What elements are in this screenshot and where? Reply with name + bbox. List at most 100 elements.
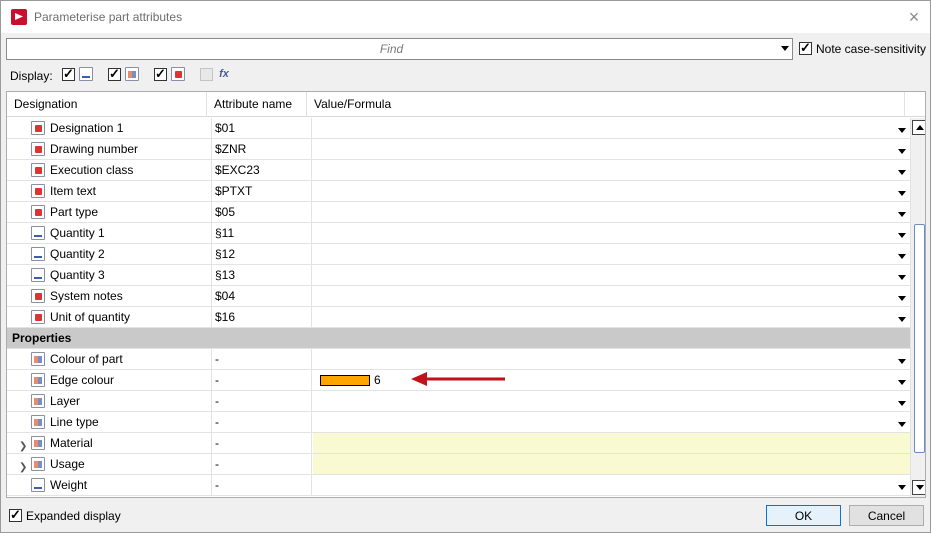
- chevron-down-icon[interactable]: [898, 380, 906, 385]
- table-row[interactable]: Weight -: [7, 475, 910, 496]
- chevron-down-icon[interactable]: [898, 170, 906, 175]
- vertical-scrollbar[interactable]: [910, 118, 925, 497]
- row-designation: Colour of part: [50, 352, 123, 366]
- chevron-down-icon[interactable]: [898, 128, 906, 133]
- row-value-cell[interactable]: [312, 349, 910, 369]
- row-value-cell[interactable]: [312, 412, 910, 432]
- row-value-cell[interactable]: [312, 475, 910, 495]
- title-bar: Parameterise part attributes ×: [1, 1, 930, 33]
- table-row[interactable]: Designation 1 $01: [7, 118, 910, 139]
- search-input[interactable]: [9, 40, 774, 58]
- text-attribute-icon: [31, 163, 45, 177]
- expanded-display-checkbox[interactable]: [9, 507, 22, 523]
- row-value-cell[interactable]: 6: [312, 370, 910, 390]
- chevron-down-icon[interactable]: [898, 485, 906, 490]
- row-attribute: §12: [212, 244, 312, 264]
- row-value-cell[interactable]: [312, 307, 910, 327]
- mixed-attribute-icon: [31, 415, 45, 429]
- table-row[interactable]: Quantity 3 §13: [7, 265, 910, 286]
- table-row[interactable]: Layer -: [7, 391, 910, 412]
- scroll-thumb[interactable]: [914, 224, 925, 453]
- filter-text-checkbox[interactable]: [154, 66, 167, 82]
- row-attribute: $01: [212, 118, 312, 138]
- row-designation: Weight: [50, 478, 88, 492]
- display-label: Display:: [10, 69, 53, 83]
- chevron-down-icon[interactable]: [898, 401, 906, 406]
- table-row[interactable]: Execution class $EXC23: [7, 160, 910, 181]
- row-attribute: $PTXT: [212, 181, 312, 201]
- scroll-down-button[interactable]: [912, 480, 925, 495]
- mixed-attribute-icon: [31, 457, 45, 471]
- cancel-button[interactable]: Cancel: [849, 505, 924, 526]
- chevron-down-icon[interactable]: [898, 275, 906, 280]
- table-row[interactable]: System notes $04: [7, 286, 910, 307]
- mixed-attribute-icon: [31, 373, 45, 387]
- row-designation: Part type: [50, 205, 99, 219]
- row-value-cell[interactable]: [312, 244, 910, 264]
- table-row[interactable]: Colour of part -: [7, 349, 910, 370]
- row-designation: Designation 1: [50, 121, 124, 135]
- row-designation: Edge colour: [50, 373, 115, 387]
- mixed-attribute-icon: [31, 352, 45, 366]
- close-icon[interactable]: ×: [904, 7, 924, 27]
- chevron-down-icon[interactable]: [781, 46, 789, 51]
- row-designation: Layer: [50, 394, 81, 408]
- table-row[interactable]: Line type -: [7, 412, 910, 433]
- row-designation: Quantity 1: [50, 226, 105, 240]
- chevron-down-icon[interactable]: [898, 359, 906, 364]
- row-value-cell[interactable]: [312, 286, 910, 306]
- row-attribute: $05: [212, 202, 312, 222]
- row-attribute: $EXC23: [212, 160, 312, 180]
- text-attribute-icon: [171, 67, 185, 81]
- chevron-down-icon[interactable]: [898, 149, 906, 154]
- group-header-properties[interactable]: Properties: [7, 328, 910, 349]
- row-value-cell[interactable]: [312, 223, 910, 243]
- row-attribute: -: [212, 412, 312, 432]
- row-attribute: -: [212, 475, 312, 495]
- filter-formula: [200, 67, 231, 81]
- chevron-down-icon[interactable]: [898, 317, 906, 322]
- column-header-designation[interactable]: Designation: [7, 92, 207, 117]
- table-row[interactable]: Quantity 1 §11: [7, 223, 910, 244]
- find-combobox[interactable]: [6, 38, 793, 60]
- table-row[interactable]: Unit of quantity $16: [7, 307, 910, 328]
- case-sensitivity-checkbox[interactable]: [799, 40, 812, 56]
- chevron-down-icon[interactable]: [898, 233, 906, 238]
- table-row[interactable]: ❯ Material -: [7, 433, 910, 454]
- row-designation: Material: [50, 436, 93, 450]
- chevron-down-icon[interactable]: [898, 254, 906, 259]
- row-value-cell[interactable]: [312, 181, 910, 201]
- row-attribute: §13: [212, 265, 312, 285]
- grid-header: Designation Attribute name Value/Formula: [7, 92, 925, 117]
- row-value-cell: [313, 454, 910, 474]
- table-row[interactable]: Drawing number $ZNR: [7, 139, 910, 160]
- formula-fx-icon: [217, 67, 231, 81]
- row-attribute: -: [212, 391, 312, 411]
- row-value-cell[interactable]: [312, 139, 910, 159]
- filter-formula-checkbox: [200, 67, 213, 81]
- table-row[interactable]: Item text $PTXT: [7, 181, 910, 202]
- row-value-cell[interactable]: [312, 118, 910, 138]
- row-value-cell[interactable]: [312, 265, 910, 285]
- annotation-arrow-icon: [411, 372, 505, 386]
- row-value-cell[interactable]: [312, 391, 910, 411]
- mixed-attribute-icon: [31, 394, 45, 408]
- filter-mixed-checkbox[interactable]: [108, 66, 121, 82]
- ok-button[interactable]: OK: [766, 505, 841, 526]
- table-row[interactable]: Part type $05: [7, 202, 910, 223]
- chevron-down-icon[interactable]: [898, 212, 906, 217]
- text-attribute-icon: [31, 289, 45, 303]
- filter-numeric-checkbox[interactable]: [62, 66, 75, 82]
- row-designation: Unit of quantity: [50, 310, 131, 324]
- row-value-cell[interactable]: [312, 160, 910, 180]
- column-header-attribute-name[interactable]: Attribute name: [207, 92, 307, 117]
- column-header-value-formula[interactable]: Value/Formula: [307, 92, 905, 117]
- row-value-cell[interactable]: [312, 202, 910, 222]
- attributes-grid: Designation Attribute name Value/Formula…: [6, 91, 926, 498]
- chevron-down-icon[interactable]: [898, 296, 906, 301]
- chevron-down-icon[interactable]: [898, 191, 906, 196]
- scroll-up-button[interactable]: [912, 120, 925, 135]
- chevron-down-icon[interactable]: [898, 422, 906, 427]
- table-row[interactable]: ❯ Usage -: [7, 454, 910, 475]
- table-row[interactable]: Quantity 2 §12: [7, 244, 910, 265]
